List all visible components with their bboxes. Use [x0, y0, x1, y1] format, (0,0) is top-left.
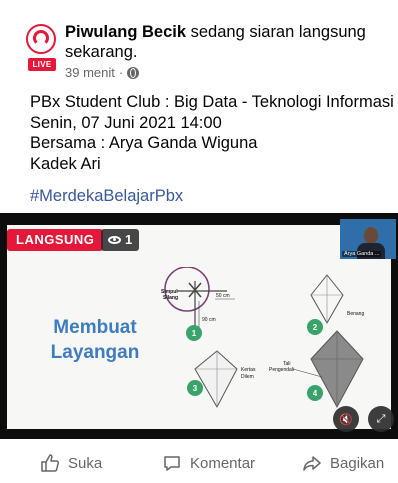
- kite-diagram: Simpul Silang 50 cm 90 cm 1 Benang 2 Ker…: [161, 267, 364, 409]
- slide-title: Membuat Layangan: [45, 315, 145, 365]
- post-author-line: Piwulang Becik sedang siaran langsung se…: [65, 22, 385, 62]
- avatar-live-badge: LIVE: [28, 58, 56, 71]
- presenter-name: Arya Ganda ...: [342, 251, 382, 257]
- label-pengendali: Pengendali: [269, 367, 294, 373]
- thumbs-up-icon: [41, 454, 60, 472]
- share-icon: [303, 456, 321, 471]
- slide-title-line: Layangan: [50, 342, 140, 363]
- meta-separator: ·: [118, 65, 124, 80]
- comment-button[interactable]: Komentar: [162, 453, 255, 473]
- comment-label: Komentar: [190, 454, 256, 472]
- like-label: Suka: [68, 454, 103, 472]
- globe-icon: [127, 66, 140, 79]
- post-actions: Suka Komentar Bagikan: [0, 439, 398, 483]
- step4-finished: Tali Pengendali 4: [269, 330, 364, 409]
- post-line: Bersama : Arya Ganda Wiguna: [30, 134, 258, 152]
- step2-string: Benang 2: [307, 274, 364, 335]
- label-50cm: 50 cm: [216, 293, 230, 299]
- hashtag-link[interactable]: #MerdekaBelajarPbx: [30, 187, 183, 206]
- viewer-count: 1: [125, 232, 133, 247]
- step-number: 3: [193, 384, 198, 393]
- post-body: PBx Student Club : Big Data - Teknologi …: [30, 92, 394, 174]
- label-silang: Silang: [163, 295, 178, 301]
- share-button[interactable]: Bagikan: [302, 453, 384, 473]
- post-line: PBx Student Club : Big Data - Teknologi …: [30, 93, 394, 111]
- step-number: 4: [313, 389, 318, 398]
- like-button[interactable]: Suka: [40, 453, 102, 473]
- step-number: 1: [192, 329, 197, 338]
- step3-paper: Kertas Dilem 3: [187, 350, 256, 409]
- share-label: Bagikan: [330, 454, 385, 472]
- viewer-count-badge: 1: [101, 229, 140, 251]
- label-dilem: Dilem: [241, 374, 254, 380]
- label-90cm: 90 cm: [202, 317, 216, 323]
- live-badge: LANGSUNG: [7, 229, 104, 251]
- page-avatar[interactable]: [26, 24, 56, 54]
- speaker-muted-icon: 🔇: [339, 413, 353, 426]
- post-timestamp[interactable]: 39 menit: [65, 65, 115, 80]
- fullscreen-button[interactable]: ⤢: [368, 406, 394, 432]
- slide-title-line: Membuat: [53, 317, 137, 338]
- step1-frame: Simpul Silang 50 cm 90 cm 1: [161, 267, 235, 341]
- eye-icon: [108, 236, 121, 244]
- expand-icon: ⤢: [376, 412, 386, 425]
- post-line: Senin, 07 Juni 2021 14:00: [30, 113, 222, 132]
- presenter-camera: Arya Ganda ...: [340, 219, 396, 259]
- post-meta: 39 menit ·: [65, 65, 140, 80]
- post-line: Kadek Ari: [30, 154, 101, 173]
- live-video-player[interactable]: Membuat Layangan Simpul Silang 50 cm 90 …: [0, 213, 398, 439]
- label-benang: Benang: [347, 311, 364, 317]
- presenter-head: [364, 227, 378, 244]
- step-number: 2: [313, 323, 318, 332]
- comment-icon: [164, 456, 180, 471]
- slide-frame: Membuat Layangan Simpul Silang 50 cm 90 …: [7, 225, 391, 429]
- mute-button[interactable]: 🔇: [333, 406, 359, 432]
- label-kertas: Kertas: [241, 367, 256, 373]
- page-name-link[interactable]: Piwulang Becik: [65, 23, 186, 41]
